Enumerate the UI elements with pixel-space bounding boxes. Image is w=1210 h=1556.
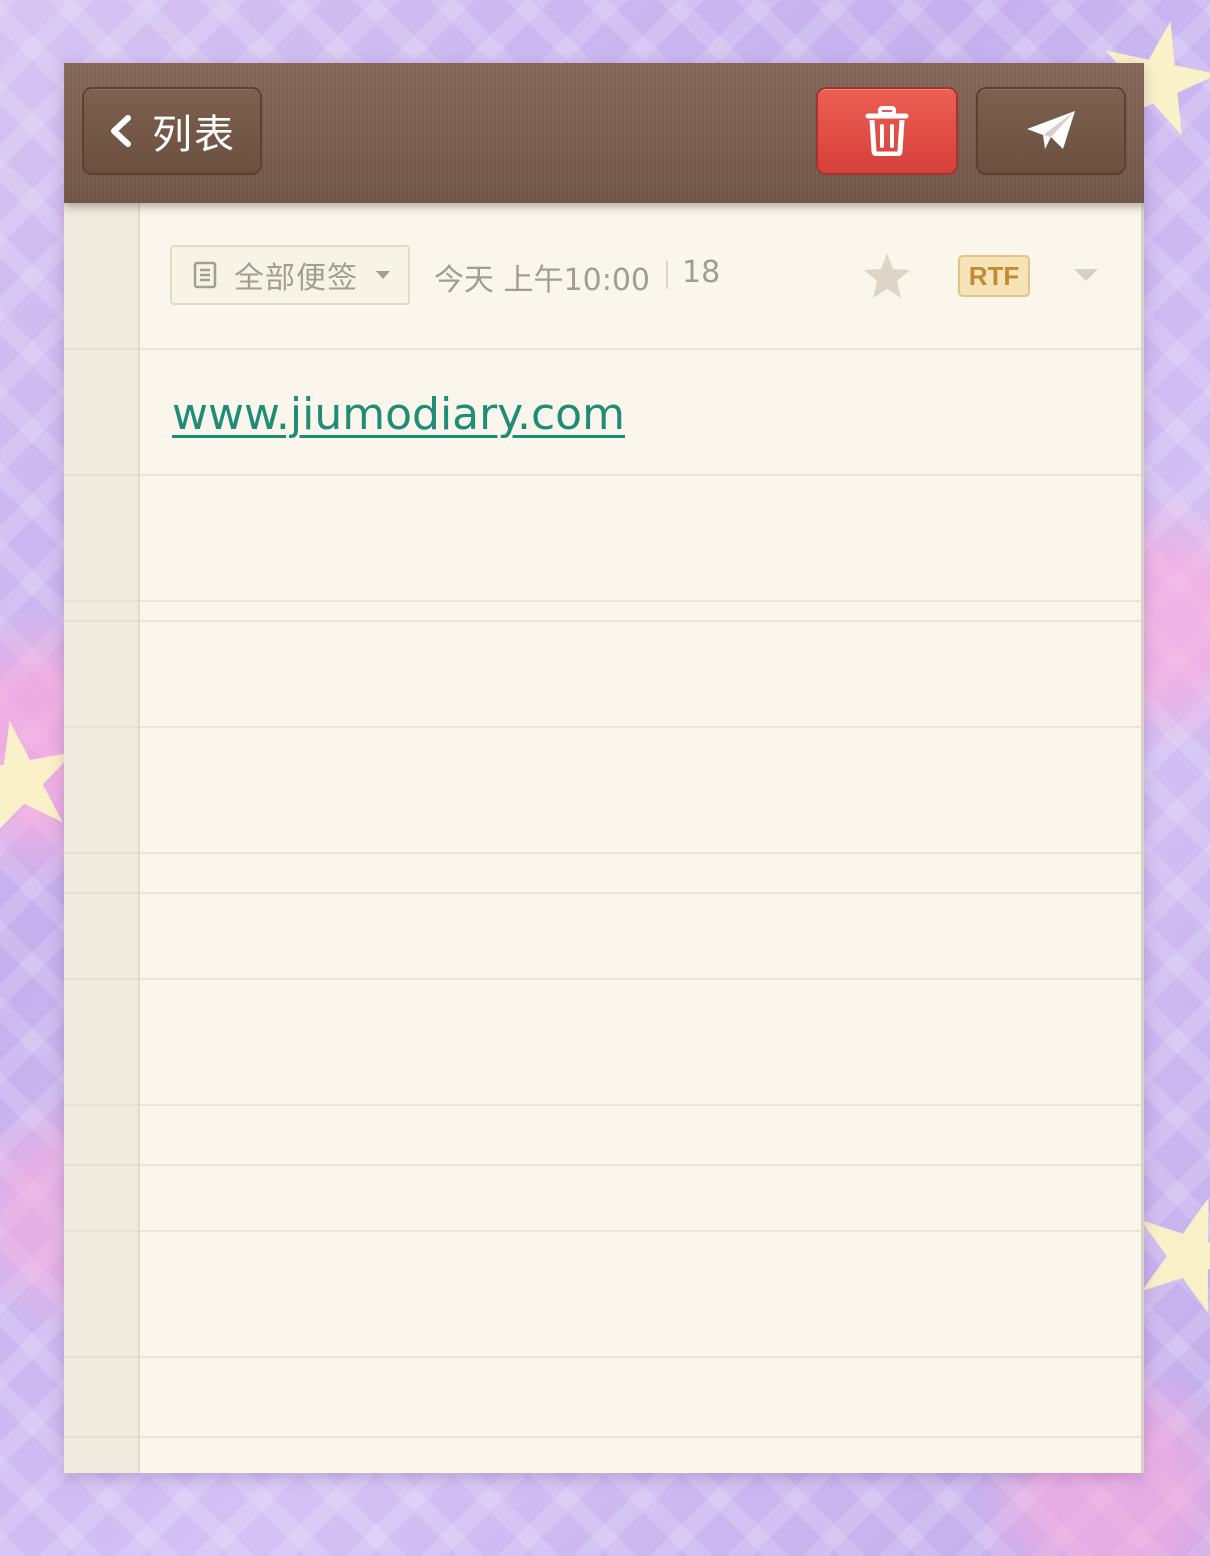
- rtf-format-badge[interactable]: RTF: [958, 255, 1030, 297]
- character-count: 18: [682, 255, 721, 290]
- note-paper[interactable]: 全部便签 今天 上午10:00 18 RTF www.jiumodiary.co…: [64, 203, 1144, 1473]
- note-content-link[interactable]: www.jiumodiary.com: [172, 389, 625, 440]
- paper-margin: [64, 203, 140, 1473]
- chevron-left-icon: [111, 115, 131, 147]
- document-icon: [193, 261, 217, 289]
- more-options-caret-icon[interactable]: [1072, 265, 1102, 285]
- trash-icon: [865, 106, 909, 156]
- chevron-down-icon: [376, 271, 390, 279]
- paper-plane-icon: [1027, 111, 1075, 149]
- top-toolbar: 列表: [64, 63, 1144, 203]
- back-button-label: 列表: [152, 112, 236, 158]
- note-window: 列表 全部便签 今天 上午10:00 18 RTF www.jiumodiary…: [64, 63, 1144, 1473]
- favorite-button[interactable]: [862, 251, 912, 301]
- notebook-label: 全部便签: [234, 261, 358, 296]
- notebook-dropdown[interactable]: 全部便签: [170, 245, 410, 305]
- ruled-lines: [64, 350, 1144, 1473]
- delete-note-button[interactable]: [816, 87, 958, 175]
- back-to-list-button[interactable]: 列表: [82, 87, 262, 175]
- meta-divider: [666, 261, 668, 289]
- note-datetime: 今天 上午10:00: [434, 263, 650, 298]
- paper-edge: [1141, 203, 1144, 1473]
- star-icon: [864, 253, 910, 298]
- send-note-button[interactable]: [976, 87, 1126, 175]
